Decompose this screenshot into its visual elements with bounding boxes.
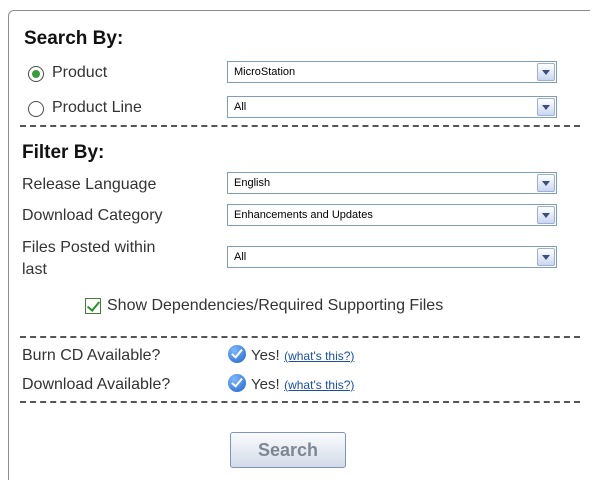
release-language-select[interactable]: English (227, 172, 557, 194)
download-category-select[interactable]: Enhancements and Updates (227, 204, 557, 226)
product-line-radio[interactable] (28, 101, 44, 117)
show-dependencies-label[interactable]: Show Dependencies/Required Supporting Fi… (107, 297, 443, 315)
chevron-down-icon[interactable] (537, 98, 555, 116)
download-available-label: Download Available? (22, 376, 171, 393)
chevron-down-icon[interactable] (537, 63, 555, 81)
filter-by-heading: Filter By: (22, 142, 105, 163)
product-line-select[interactable]: All (227, 96, 557, 118)
product-radio[interactable] (28, 66, 44, 82)
files-posted-select[interactable]: All (227, 246, 557, 268)
chevron-down-icon[interactable] (537, 248, 555, 266)
burn-cd-whats-this-link[interactable]: (what's this?) (284, 349, 354, 363)
section-divider (20, 336, 580, 338)
download-whats-this-link[interactable]: (what's this?) (284, 378, 354, 392)
files-posted-label-line1: Files Posted within (22, 239, 156, 256)
product-select-value: MicroStation (234, 66, 296, 78)
checkmark-badge-icon (228, 374, 246, 392)
search-by-heading: Search By: (24, 28, 124, 49)
download-category-value: Enhancements and Updates (234, 209, 373, 221)
release-language-label: Release Language (22, 176, 157, 193)
burn-cd-label: Burn CD Available? (22, 347, 161, 364)
section-divider (20, 125, 580, 127)
burn-cd-status: Yes! (what's this?) (251, 347, 354, 365)
download-category-label: Download Category (22, 207, 163, 224)
download-yes: Yes! (251, 376, 280, 393)
search-button[interactable]: Search (230, 432, 346, 468)
download-status: Yes! (what's this?) (251, 376, 354, 394)
show-dependencies-checkbox[interactable] (85, 298, 101, 314)
checkmark-badge-icon (228, 345, 246, 363)
section-divider (20, 401, 580, 403)
chevron-down-icon[interactable] (537, 174, 555, 192)
product-select[interactable]: MicroStation (227, 61, 557, 83)
files-posted-label-line2: last (22, 261, 47, 278)
release-language-value: English (234, 177, 271, 189)
product-line-select-value: All (234, 101, 247, 113)
files-posted-value: All (234, 251, 247, 263)
product-label: Product (52, 64, 108, 81)
burn-cd-yes: Yes! (251, 347, 280, 364)
chevron-down-icon[interactable] (537, 206, 555, 224)
product-line-label: Product Line (52, 99, 142, 116)
